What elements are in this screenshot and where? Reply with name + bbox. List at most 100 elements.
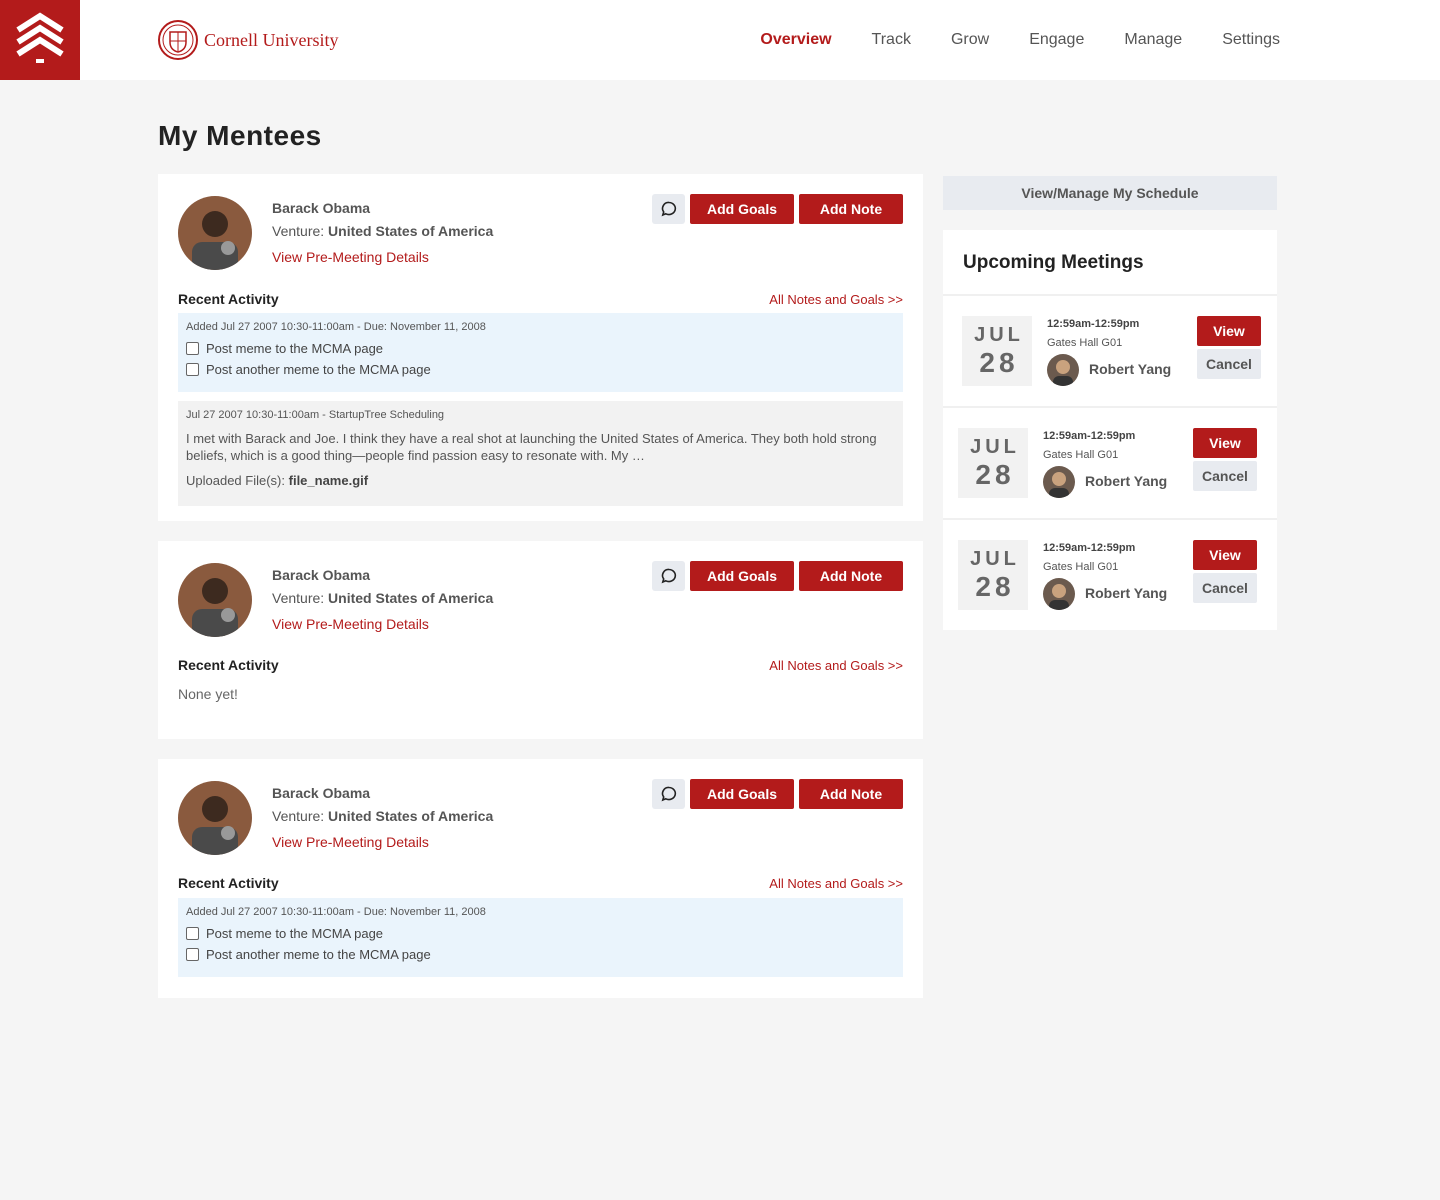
note-files: Uploaded File(s): file_name.gif: [186, 473, 368, 488]
meeting-day: 28: [979, 347, 1019, 378]
goal-text: Post another meme to the MCMA page: [206, 947, 431, 962]
meeting-date: JUL 28: [958, 540, 1028, 610]
pre-meeting-details-link[interactable]: View Pre-Meeting Details: [272, 616, 429, 632]
files-label: Uploaded File(s):: [186, 473, 285, 488]
person-avatar: [1043, 466, 1075, 498]
cornell-seal-icon: [158, 20, 198, 60]
app-logo[interactable]: [0, 0, 80, 80]
note-text: I met with Barack and Joe. I think they …: [186, 431, 877, 463]
venture-value: United States of America: [328, 808, 494, 824]
goal-item[interactable]: Post meme to the MCMA page: [186, 926, 383, 941]
goal-item[interactable]: Post meme to the MCMA page: [186, 341, 383, 356]
mentee-avatar[interactable]: [178, 196, 252, 270]
chat-button[interactable]: [652, 561, 685, 591]
meeting-date: JUL 28: [958, 428, 1028, 498]
goal-checkbox[interactable]: [186, 927, 199, 940]
meeting-time: 12:59am-12:59pm: [1043, 542, 1136, 554]
add-goals-button[interactable]: Add Goals: [690, 561, 794, 591]
nav-grow[interactable]: Grow: [951, 31, 989, 49]
nav-manage[interactable]: Manage: [1124, 31, 1182, 49]
upcoming-meetings-title: Upcoming Meetings: [963, 252, 1144, 273]
goal-checkbox[interactable]: [186, 363, 199, 376]
add-note-button[interactable]: Add Note: [799, 779, 903, 809]
add-goals-button[interactable]: Add Goals: [690, 779, 794, 809]
nav-track[interactable]: Track: [872, 31, 911, 49]
mentee-name: Barack Obama: [272, 785, 371, 801]
main-nav: Overview Track Grow Engage Manage Settin…: [720, 0, 1280, 80]
goal-block: Added Jul 27 2007 10:30-11:00am - Due: N…: [178, 313, 903, 392]
recent-activity-label: Recent Activity: [178, 657, 279, 673]
chevrons-up-logo-icon: [16, 12, 64, 63]
all-notes-goals-link[interactable]: All Notes and Goals >>: [769, 876, 903, 891]
empty-activity-text: None yet!: [178, 686, 238, 702]
goal-text: Post meme to the MCMA page: [206, 926, 384, 941]
add-note-button[interactable]: Add Note: [799, 194, 903, 224]
cancel-meeting-button[interactable]: Cancel: [1193, 461, 1257, 491]
goal-block: Added Jul 27 2007 10:30-11:00am - Due: N…: [178, 898, 903, 977]
meeting-month: JUL: [974, 324, 1024, 346]
view-meeting-button[interactable]: View: [1193, 428, 1257, 458]
mentee-venture: Venture: United States of America: [272, 808, 493, 824]
chat-bubble-icon: [661, 786, 676, 802]
add-goals-button[interactable]: Add Goals: [690, 194, 794, 224]
note-block: Jul 27 2007 10:30-11:00am - StartupTree …: [178, 401, 903, 506]
mentee-avatar[interactable]: [178, 781, 252, 855]
goal-item[interactable]: Post another meme to the MCMA page: [186, 362, 431, 377]
meeting-location: Gates Hall G01: [1043, 561, 1119, 573]
person-avatar: [1043, 578, 1075, 610]
nav-settings[interactable]: Settings: [1222, 31, 1280, 49]
meeting-time: 12:59am-12:59pm: [1043, 430, 1136, 442]
meeting-location: Gates Hall G01: [1047, 337, 1123, 349]
add-note-button[interactable]: Add Note: [799, 561, 903, 591]
all-notes-goals-link[interactable]: All Notes and Goals >>: [769, 292, 903, 307]
meeting-month: JUL: [970, 548, 1020, 570]
meeting-day: 28: [975, 571, 1015, 602]
all-notes-goals-link[interactable]: All Notes and Goals >>: [769, 658, 903, 673]
view-meeting-button[interactable]: View: [1193, 540, 1257, 570]
recent-activity-label: Recent Activity: [178, 875, 279, 891]
mentee-name: Barack Obama: [272, 200, 371, 216]
meeting-row: JUL 28 12:59am-12:59pm Gates Hall G01 Ro…: [943, 296, 1277, 406]
meeting-day: 28: [975, 459, 1015, 490]
view-meeting-button[interactable]: View: [1197, 316, 1261, 346]
university-brand[interactable]: Cornell University: [158, 20, 338, 60]
meeting-person: Robert Yang: [1085, 473, 1168, 489]
goal-text: Post meme to the MCMA page: [206, 341, 384, 356]
pre-meeting-details-link[interactable]: View Pre-Meeting Details: [272, 834, 429, 850]
chat-bubble-icon: [661, 568, 676, 584]
meeting-person: Robert Yang: [1085, 585, 1168, 601]
venture-label: Venture:: [272, 808, 325, 824]
mentee-card: Barack Obama Venture: United States of A…: [158, 174, 923, 521]
meeting-row: JUL 28 12:59am-12:59pm Gates Hall G01 Ro…: [943, 520, 1277, 630]
chat-button[interactable]: [652, 779, 685, 809]
person-avatar: [1047, 354, 1079, 386]
venture-value: United States of America: [328, 223, 494, 239]
venture-value: United States of America: [328, 590, 494, 606]
goal-checkbox[interactable]: [186, 342, 199, 355]
chat-button[interactable]: [652, 194, 685, 224]
goal-item[interactable]: Post another meme to the MCMA page: [186, 947, 431, 962]
cancel-meeting-button[interactable]: Cancel: [1197, 349, 1261, 379]
venture-label: Venture:: [272, 590, 325, 606]
top-header: Cornell University Overview Track Grow E…: [0, 0, 1440, 80]
venture-label: Venture:: [272, 223, 325, 239]
file-name[interactable]: file_name.gif: [289, 473, 368, 488]
meeting-row: JUL 28 12:59am-12:59pm Gates Hall G01 Ro…: [943, 408, 1277, 518]
recent-activity-label: Recent Activity: [178, 291, 279, 307]
university-name: Cornell University: [204, 29, 339, 50]
pre-meeting-details-link[interactable]: View Pre-Meeting Details: [272, 249, 429, 265]
mentee-name: Barack Obama: [272, 567, 371, 583]
goal-meta: Added Jul 27 2007 10:30-11:00am - Due: N…: [186, 906, 486, 918]
meeting-location: Gates Hall G01: [1043, 449, 1119, 461]
view-manage-schedule-button[interactable]: View/Manage My Schedule: [943, 176, 1277, 210]
mentee-avatar[interactable]: [178, 563, 252, 637]
chat-bubble-icon: [661, 201, 676, 217]
nav-overview[interactable]: Overview: [760, 31, 831, 49]
mentee-venture: Venture: United States of America: [272, 223, 493, 239]
meeting-time: 12:59am-12:59pm: [1047, 318, 1140, 330]
meeting-date: JUL 28: [962, 316, 1032, 386]
nav-engage[interactable]: Engage: [1029, 31, 1084, 49]
cancel-meeting-button[interactable]: Cancel: [1193, 573, 1257, 603]
meeting-person: Robert Yang: [1089, 361, 1172, 377]
goal-checkbox[interactable]: [186, 948, 199, 961]
